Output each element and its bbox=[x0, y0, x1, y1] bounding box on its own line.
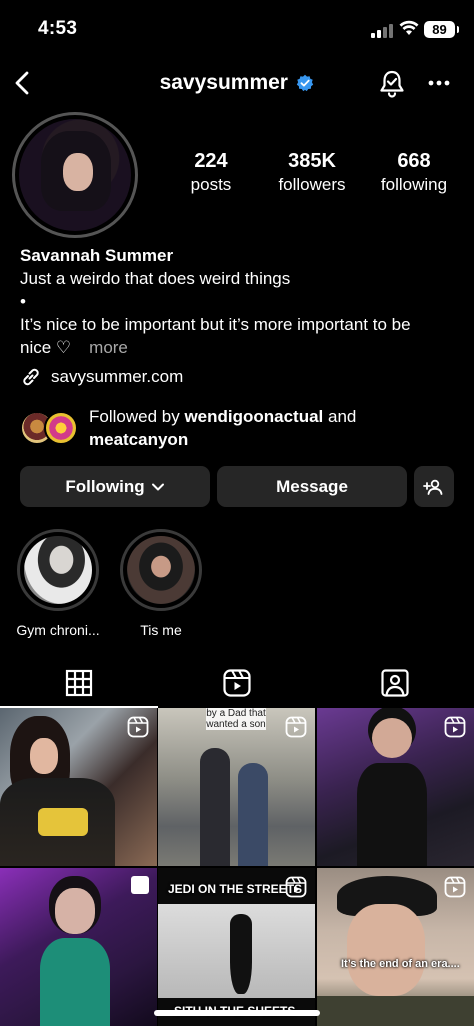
avatar-image bbox=[19, 119, 131, 231]
followed-by-prefix: Followed by bbox=[89, 407, 185, 426]
stat-followers-label: followers bbox=[278, 175, 346, 194]
website-link-text: savysummer.com bbox=[51, 367, 184, 386]
profile-avatar[interactable] bbox=[12, 112, 138, 238]
bio-line-4-wrap: nice ♡ more bbox=[20, 336, 460, 359]
post-thumbnail[interactable] bbox=[317, 708, 474, 866]
battery-icon: 89 bbox=[424, 21, 459, 38]
highlight-cover-ring bbox=[120, 529, 202, 611]
post-figure bbox=[30, 738, 58, 774]
bio-line-3: It’s nice to be important but it’s more … bbox=[20, 315, 411, 334]
post-thumbnail[interactable]: by a Dad that wanted a son bbox=[158, 708, 315, 866]
reel-indicator-icon bbox=[285, 876, 307, 898]
stat-following-label: following bbox=[380, 175, 448, 194]
highlight-cover-ring bbox=[17, 529, 99, 611]
status-bar: 4:53 89 bbox=[0, 0, 474, 58]
reel-indicator-icon bbox=[127, 716, 149, 738]
bio-more-link[interactable]: more bbox=[89, 338, 128, 357]
post-caption: JEDI ON THE STREETS bbox=[168, 882, 303, 896]
more-options-icon[interactable] bbox=[428, 80, 450, 86]
message-button[interactable]: Message bbox=[217, 466, 407, 507]
stat-followers[interactable]: 385K followers bbox=[272, 150, 352, 195]
website-link[interactable]: savysummer.com bbox=[20, 366, 183, 388]
followed-by-user-2[interactable]: meatcanyon bbox=[89, 430, 188, 449]
post-figure bbox=[38, 808, 88, 836]
followed-by-text: Followed by wendigoonactual and meatcany… bbox=[89, 405, 356, 451]
post-figure bbox=[317, 996, 474, 1026]
post-figure bbox=[238, 763, 268, 866]
reel-indicator-icon bbox=[444, 876, 466, 898]
bio-line-4: nice ♡ bbox=[20, 338, 72, 357]
highlight-gym-chronicles[interactable]: Gym chroni... bbox=[16, 529, 100, 638]
stat-following-value: 668 bbox=[397, 150, 431, 172]
reel-indicator-icon bbox=[285, 716, 307, 738]
highlight-label: Gym chroni... bbox=[16, 622, 100, 638]
tab-reels[interactable] bbox=[158, 660, 316, 706]
highlight-cover-image bbox=[127, 536, 195, 604]
stat-followers-value: 385K bbox=[288, 150, 336, 172]
post-figure bbox=[357, 763, 427, 866]
post-thumbnail[interactable] bbox=[0, 868, 157, 1026]
post-figure bbox=[347, 904, 425, 996]
notification-bell-icon[interactable] bbox=[378, 69, 406, 99]
post-figure bbox=[230, 914, 252, 994]
carousel-indicator-icon bbox=[131, 876, 149, 894]
followed-by-joiner: and bbox=[323, 407, 357, 426]
tagged-person-icon bbox=[381, 669, 409, 697]
post-figure bbox=[55, 888, 95, 934]
add-person-icon bbox=[423, 479, 443, 495]
profile-bio: Savannah Summer Just a weirdo that does … bbox=[20, 244, 460, 359]
wifi-icon bbox=[399, 20, 419, 35]
stat-posts[interactable]: 224 posts bbox=[178, 150, 244, 195]
profile-content-tabs bbox=[0, 660, 474, 708]
post-thumbnail[interactable]: It’s the end of an era.... bbox=[317, 868, 474, 1026]
profile-header: savysummer bbox=[0, 60, 474, 108]
display-name: Savannah Summer bbox=[20, 246, 174, 265]
tab-posts-grid[interactable] bbox=[0, 660, 158, 708]
highlight-label: Tis me bbox=[140, 622, 182, 638]
following-button[interactable]: Following bbox=[20, 466, 210, 507]
highlight-tis-me[interactable]: Tis me bbox=[120, 529, 202, 638]
bio-line-1: Just a weirdo that does weird things bbox=[20, 269, 291, 288]
suggest-people-button[interactable] bbox=[414, 466, 454, 507]
post-caption: by a Dad that wanted a son bbox=[206, 708, 266, 730]
cellular-signal-icon bbox=[371, 24, 393, 38]
post-thumbnail[interactable] bbox=[0, 708, 157, 866]
grid-icon bbox=[65, 669, 93, 697]
stat-posts-value: 224 bbox=[194, 150, 228, 172]
follower-avatar-2 bbox=[44, 411, 78, 445]
reel-indicator-icon bbox=[444, 716, 466, 738]
home-indicator[interactable] bbox=[154, 1010, 320, 1016]
link-icon bbox=[23, 368, 39, 386]
followed-by[interactable]: Followed by wendigoonactual and meatcany… bbox=[20, 404, 460, 454]
followed-by-user-1[interactable]: wendigoonactual bbox=[184, 407, 323, 426]
stat-posts-label: posts bbox=[190, 175, 232, 194]
post-caption: It’s the end of an era.... bbox=[341, 958, 460, 970]
reels-icon bbox=[223, 669, 251, 697]
status-time: 4:53 bbox=[38, 18, 78, 39]
following-button-label: Following bbox=[65, 476, 145, 496]
post-figure bbox=[372, 718, 412, 758]
post-figure bbox=[200, 748, 230, 866]
profile-username: savysummer bbox=[159, 71, 288, 94]
verified-badge-icon bbox=[297, 74, 314, 92]
tab-tagged[interactable] bbox=[316, 660, 474, 706]
post-figure bbox=[40, 938, 110, 1026]
chevron-down-icon bbox=[151, 483, 164, 490]
message-button-label: Message bbox=[276, 476, 348, 496]
post-thumbnail[interactable]: JEDI ON THE STREETS SITH IN THE SHEETS bbox=[158, 868, 315, 1026]
stat-following[interactable]: 668 following bbox=[372, 150, 456, 195]
posts-grid: by a Dad that wanted a son JEDI ON THE S… bbox=[0, 708, 474, 1026]
highlight-cover-image bbox=[24, 536, 92, 604]
bio-line-2: • bbox=[20, 292, 26, 311]
